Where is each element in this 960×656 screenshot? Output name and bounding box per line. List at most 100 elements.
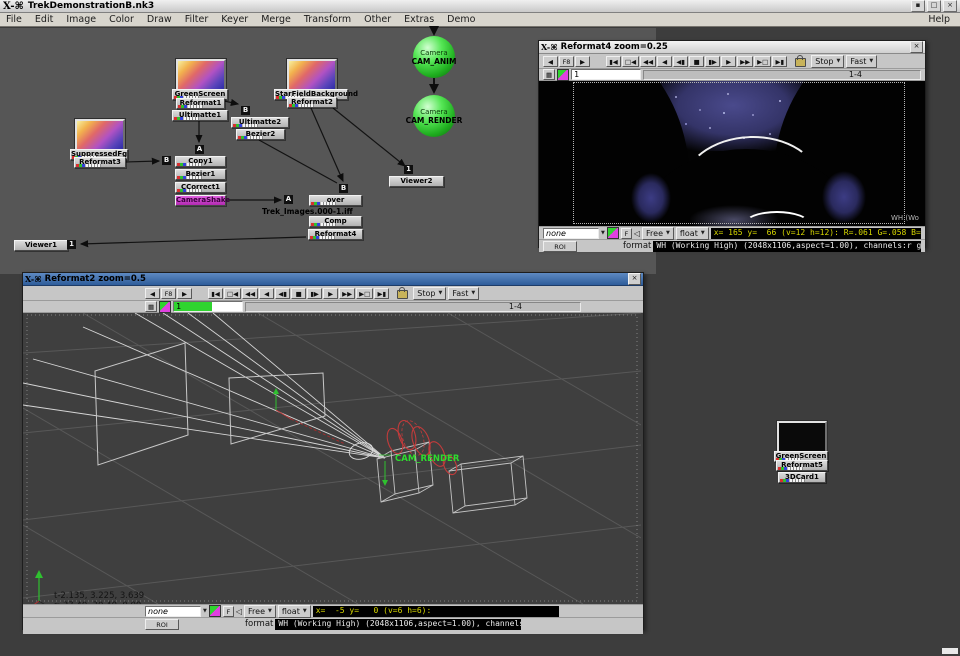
channels-icon[interactable]	[159, 301, 171, 313]
viewer-bottom-close-button[interactable]: ×	[628, 273, 641, 285]
transport-button-5[interactable]: ■	[689, 56, 704, 67]
compare-icon[interactable]: ◁	[634, 229, 640, 238]
frame-nav-button-1[interactable]: F8	[161, 288, 176, 299]
transport-button-7[interactable]: ▶	[323, 288, 338, 299]
compare-icon[interactable]: ◁	[236, 607, 242, 616]
node-reformat3[interactable]: Reformat3	[74, 157, 126, 168]
speed-dropdown[interactable]: Fast ▼	[448, 287, 479, 300]
3d-viewport[interactable]: CAM_RENDER t-2.135, 3.225, 3.639 r: 37.4…	[23, 313, 643, 604]
input-port-b[interactable]: B	[241, 106, 250, 115]
transport-button-8[interactable]: ▶▶	[737, 56, 753, 67]
frame-grid-button[interactable]: ▦	[543, 69, 555, 80]
gain-dropdown[interactable]: Free ▼	[642, 227, 674, 240]
frame-nav-button-1[interactable]: F8	[559, 56, 574, 67]
datatype-dropdown[interactable]: float ▼	[676, 227, 709, 240]
node-bezier2[interactable]: Bezier2	[236, 129, 285, 140]
frame-number-field[interactable]: 1	[571, 69, 641, 80]
transport-button-5[interactable]: ■	[291, 288, 306, 299]
transport-button-2[interactable]: ◀◀	[242, 288, 258, 299]
node-reformat2[interactable]: Reformat2	[287, 97, 337, 108]
chevron-down-icon: ▼	[438, 290, 442, 296]
node-cam-render[interactable]: CameraCAM_RENDER	[413, 95, 455, 137]
transport-button-10[interactable]: ▶▮	[374, 288, 389, 299]
node-ultimatte1[interactable]: Ultimatte1	[172, 110, 228, 121]
node-suppressedfg-thumbnail[interactable]	[75, 119, 125, 151]
input-port-b[interactable]: B	[162, 156, 171, 165]
window-resize-strip[interactable]	[23, 630, 643, 634]
node-comp[interactable]: Comp	[309, 216, 362, 227]
viewer-top-close-button[interactable]: ×	[910, 41, 923, 53]
transport-button-1[interactable]: □◀	[622, 56, 639, 67]
node-camerashake[interactable]: CameraShake	[175, 195, 226, 206]
transport-button-10[interactable]: ▶▮	[772, 56, 787, 67]
frame-grid-button[interactable]: ▦	[145, 301, 157, 312]
viewer-bottom-format-bar: ROI format WH (Working High) (2048x1106,…	[23, 617, 643, 630]
input-port-b[interactable]: B	[339, 184, 348, 193]
viewer-window-reformat2[interactable]: X-⌘ Reformat2 zoom=0.5 × ◀F8▶ ▮◀□◀◀◀◀◀▮■…	[22, 272, 644, 630]
node-bezier1[interactable]: Bezier1	[175, 169, 226, 180]
transport-button-1[interactable]: □◀	[224, 288, 241, 299]
channels-icon[interactable]	[557, 69, 569, 81]
node-ccorrect1[interactable]: CCorrect1	[175, 182, 226, 193]
node-ultimatte2[interactable]: Ultimatte2	[231, 117, 289, 128]
full-res-button[interactable]: F	[621, 228, 632, 239]
roi-button[interactable]: ROI	[145, 619, 179, 630]
playback-mode-dropdown[interactable]: Stop ▼	[413, 287, 446, 300]
frame-nav-button-0[interactable]: ◀	[543, 56, 558, 67]
roi-button[interactable]: ROI	[543, 241, 577, 252]
node-copy1[interactable]: Copy1	[175, 156, 226, 167]
lock-icon[interactable]	[795, 58, 806, 67]
input-port-1[interactable]: 1	[404, 165, 413, 174]
transport-button-3[interactable]: ◀	[259, 288, 274, 299]
viewer-window-reformat4[interactable]: X-⌘ Reformat4 zoom=0.25 × ◀F8▶ ▮◀□◀◀◀◀◀▮…	[538, 40, 926, 248]
viewer-top-titlebar[interactable]: X-⌘ Reformat4 zoom=0.25 ×	[539, 41, 925, 54]
display-channels-icon[interactable]	[209, 605, 221, 617]
node-starfieldbackground-thumbnail[interactable]	[287, 59, 337, 91]
transport-button-8[interactable]: ▶▶	[339, 288, 355, 299]
gain-dropdown[interactable]: Free ▼	[244, 605, 276, 618]
playback-mode-dropdown[interactable]: Stop ▼	[811, 55, 844, 68]
frame-nav-button-0[interactable]: ◀	[145, 288, 160, 299]
channel-chips	[178, 105, 203, 108]
node-reformat5[interactable]: Reformat5	[776, 460, 828, 471]
viewer-bottom-titlebar[interactable]: X-⌘ Reformat2 zoom=0.5 ×	[23, 273, 643, 286]
chevron-down-icon: ▼	[601, 230, 605, 236]
channel-select[interactable]: none	[145, 606, 201, 617]
node-viewer1[interactable]: Viewer1	[14, 240, 68, 251]
input-port-a[interactable]: A	[284, 195, 293, 204]
node-over[interactable]: over	[309, 195, 362, 206]
node-viewer2[interactable]: Viewer2	[389, 176, 444, 187]
transport-button-6[interactable]: ▮▶	[705, 56, 720, 67]
node-3dcard1[interactable]: 3DCard1	[778, 472, 826, 483]
node-reformat1[interactable]: Reformat1	[176, 98, 225, 109]
channel-select[interactable]: none	[543, 228, 599, 239]
frame-nav-button-2[interactable]: ▶	[575, 56, 590, 67]
node-greenscreen-thumbnail[interactable]	[176, 59, 226, 91]
speed-dropdown[interactable]: Fast ▼	[846, 55, 877, 68]
input-port-1[interactable]: 1	[67, 240, 76, 249]
full-res-button[interactable]: F	[223, 606, 234, 617]
viewer-top-image[interactable]: WH (Wo	[539, 81, 925, 226]
timeline-slider[interactable]: 1-4	[643, 70, 921, 80]
node-greenscreen-thumbnail[interactable]	[777, 421, 827, 453]
transport-button-0[interactable]: ▮◀	[208, 288, 223, 299]
input-port-a[interactable]: A	[195, 145, 204, 154]
transport-button-9[interactable]: ▶□	[754, 56, 771, 67]
transport-button-7[interactable]: ▶	[721, 56, 736, 67]
lock-icon[interactable]	[397, 290, 408, 299]
display-channels-icon[interactable]	[607, 227, 619, 239]
transport-button-3[interactable]: ◀	[657, 56, 672, 67]
transport-button-4[interactable]: ◀▮	[673, 56, 688, 67]
timeline-slider[interactable]: 1-4	[245, 302, 581, 312]
transport-button-6[interactable]: ▮▶	[307, 288, 322, 299]
channel-chips	[233, 124, 258, 127]
node-reformat4[interactable]: Reformat4	[308, 229, 363, 240]
transport-button-9[interactable]: ▶□	[356, 288, 373, 299]
frame-nav-button-2[interactable]: ▶	[177, 288, 192, 299]
node-cam-anim[interactable]: CameraCAM_ANIM	[413, 36, 455, 78]
frame-number-field[interactable]: 1	[173, 301, 243, 312]
transport-button-2[interactable]: ◀◀	[640, 56, 656, 67]
transport-button-4[interactable]: ◀▮	[275, 288, 290, 299]
transport-button-0[interactable]: ▮◀	[606, 56, 621, 67]
datatype-dropdown[interactable]: float ▼	[278, 605, 311, 618]
